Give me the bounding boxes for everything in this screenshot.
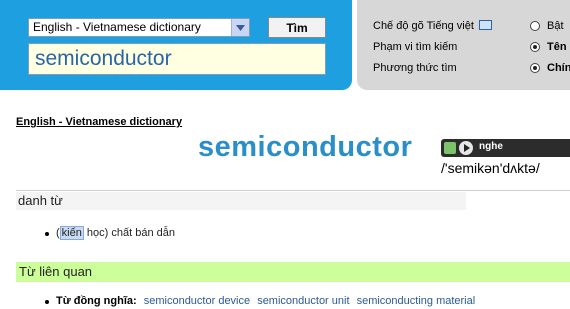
headword: semiconductor bbox=[198, 131, 413, 163]
synonym-link[interactable]: semiconducting material bbox=[357, 295, 476, 307]
play-icon[interactable] bbox=[459, 141, 473, 155]
dictionary-link[interactable]: English - Vietnamese dictionary bbox=[16, 116, 182, 128]
audio-player[interactable]: nghe bbox=[441, 139, 570, 157]
search-button[interactable]: Tìm bbox=[268, 17, 326, 38]
method-radio-label: Chính bbox=[547, 62, 570, 74]
synonym-link[interactable]: semiconductor device bbox=[144, 295, 250, 307]
scope-radio-label: Tên bbox=[547, 41, 567, 53]
meaning-highlight: kiến bbox=[59, 226, 84, 240]
pronunciation: /'semikən'dʌktə/ bbox=[441, 160, 540, 176]
part-of-speech-header: danh từ bbox=[16, 192, 466, 210]
scope-radio[interactable] bbox=[530, 42, 540, 52]
bullet bbox=[45, 232, 49, 236]
typing-mode-radio[interactable] bbox=[530, 21, 540, 31]
audio-label: nghe bbox=[479, 141, 503, 152]
typing-mode-radio-label: Bật bbox=[547, 20, 564, 32]
speaker-icon bbox=[444, 142, 456, 154]
divider bbox=[16, 190, 570, 191]
meaning-text: học) chất bán dẫn bbox=[83, 227, 175, 239]
search-panel: English - Vietnamese dictionary Tìm bbox=[0, 0, 352, 90]
method-label: Phương thức tìm bbox=[373, 62, 457, 74]
method-radio[interactable] bbox=[530, 63, 540, 73]
synonyms-line: Từ đồng nghĩa: semiconductor device semi… bbox=[56, 295, 475, 307]
dictionary-select[interactable]: English - Vietnamese dictionary bbox=[28, 18, 250, 37]
bullet bbox=[45, 300, 49, 304]
synonym-link[interactable]: semiconductor unit bbox=[257, 295, 349, 307]
keyboard-icon[interactable] bbox=[479, 20, 492, 30]
scope-label: Phạm vi tìm kiếm bbox=[373, 41, 458, 53]
related-header: Từ liên quan bbox=[16, 262, 570, 282]
synonyms-label: Từ đồng nghĩa: bbox=[56, 295, 137, 307]
options-panel: Chế độ gõ Tiếng việt Phạm vi tìm kiếm Ph… bbox=[357, 0, 570, 90]
dictionary-select-value: English - Vietnamese dictionary bbox=[33, 20, 201, 34]
chevron-down-icon[interactable] bbox=[231, 19, 249, 36]
typing-mode-label: Chế độ gõ Tiếng việt bbox=[373, 20, 474, 32]
search-input[interactable] bbox=[28, 43, 326, 75]
meaning: (kiến học) chất bán dẫn bbox=[56, 226, 175, 240]
